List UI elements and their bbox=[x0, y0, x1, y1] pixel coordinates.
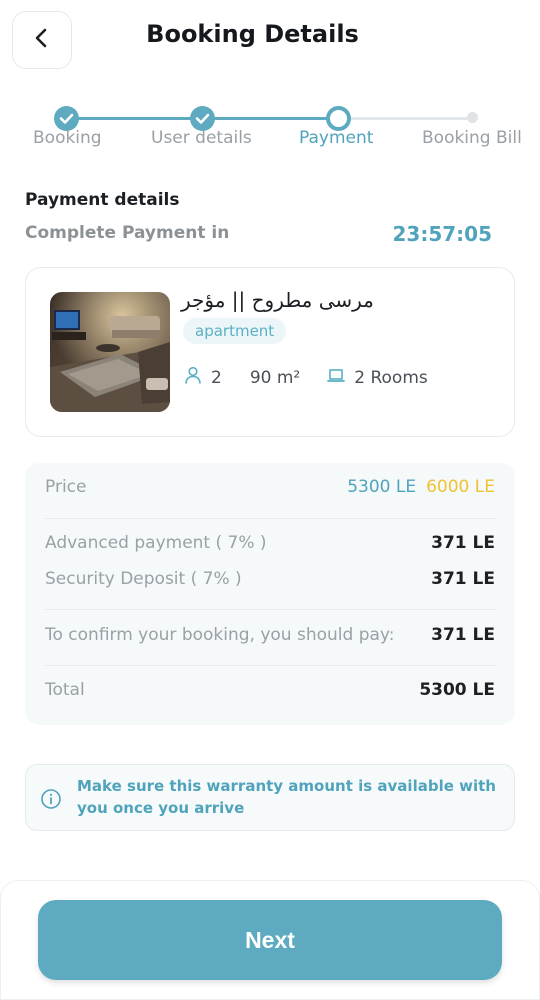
total-label: Total bbox=[45, 680, 85, 700]
price-label: Price bbox=[45, 477, 87, 497]
payment-details-title: Payment details bbox=[25, 190, 180, 210]
rooms-count: 2 Rooms bbox=[354, 367, 428, 388]
advanced-payment-value: 371 LE bbox=[431, 533, 495, 553]
price-summary: Price 5300 LE 6000 LE Advanced payment ( … bbox=[25, 463, 515, 725]
price-values: 5300 LE 6000 LE bbox=[347, 477, 495, 497]
user-icon bbox=[183, 365, 203, 390]
total-value: 5300 LE bbox=[419, 680, 495, 700]
price-original: 6000 LE bbox=[426, 477, 495, 497]
page-title: Booking Details bbox=[146, 20, 359, 48]
step-label-user-details[interactable]: User details bbox=[151, 128, 252, 148]
property-meta: 2 90 m² 2 Rooms bbox=[183, 365, 428, 390]
divider bbox=[45, 609, 495, 610]
property-name: مرسى مطروح || مؤجر bbox=[181, 288, 374, 312]
area-item: 90 m² bbox=[250, 368, 300, 388]
advanced-payment-label: Advanced payment ( 7% ) bbox=[45, 533, 267, 553]
next-button[interactable]: Next bbox=[38, 900, 502, 980]
advanced-payment-row: Advanced payment ( 7% ) 371 LE bbox=[45, 533, 495, 553]
step-label-payment[interactable]: Payment bbox=[299, 128, 373, 148]
warranty-notice-text: Make sure this warranty amount is availa… bbox=[77, 777, 496, 817]
payment-timer: 23:57:05 bbox=[392, 222, 493, 246]
divider bbox=[45, 665, 495, 666]
price-current: 5300 LE bbox=[347, 477, 417, 497]
security-deposit-label: Security Deposit ( 7% ) bbox=[45, 569, 242, 589]
complete-payment-label: Complete Payment in bbox=[25, 223, 230, 243]
confirm-payment-label: To confirm your booking, you should pay: bbox=[45, 625, 395, 645]
step-label-booking[interactable]: Booking bbox=[33, 128, 102, 148]
warranty-notice: Make sure this warranty amount is availa… bbox=[25, 764, 515, 831]
total-row: Total 5300 LE bbox=[45, 680, 495, 700]
confirm-payment-value: 371 LE bbox=[431, 625, 495, 645]
price-row: Price 5300 LE 6000 LE bbox=[45, 477, 495, 497]
step-booking-bill-pending-icon bbox=[467, 112, 478, 123]
confirm-payment-row: To confirm your booking, you should pay:… bbox=[45, 625, 495, 645]
divider bbox=[45, 518, 495, 519]
guests-count: 2 bbox=[211, 367, 222, 388]
booking-stepper: Booking User details Payment Booking Bil… bbox=[0, 100, 540, 160]
header: Booking Details bbox=[0, 0, 540, 80]
security-deposit-row: Security Deposit ( 7% ) 371 LE bbox=[45, 569, 495, 589]
property-card[interactable]: مرسى مطروح || مؤجر apartment 2 90 m² 2 R… bbox=[25, 267, 515, 437]
guests-item: 2 bbox=[183, 365, 222, 390]
info-icon bbox=[40, 788, 62, 814]
stepper-remaining-line bbox=[338, 117, 472, 120]
area-value: 90 m² bbox=[249, 367, 301, 388]
property-image bbox=[50, 292, 170, 412]
rooms-item: 2 Rooms bbox=[326, 365, 428, 390]
property-type-badge: apartment bbox=[183, 318, 287, 344]
room-icon bbox=[326, 365, 346, 390]
security-deposit-value: 371 LE bbox=[431, 569, 495, 589]
step-label-booking-bill[interactable]: Booking Bill bbox=[422, 128, 522, 148]
